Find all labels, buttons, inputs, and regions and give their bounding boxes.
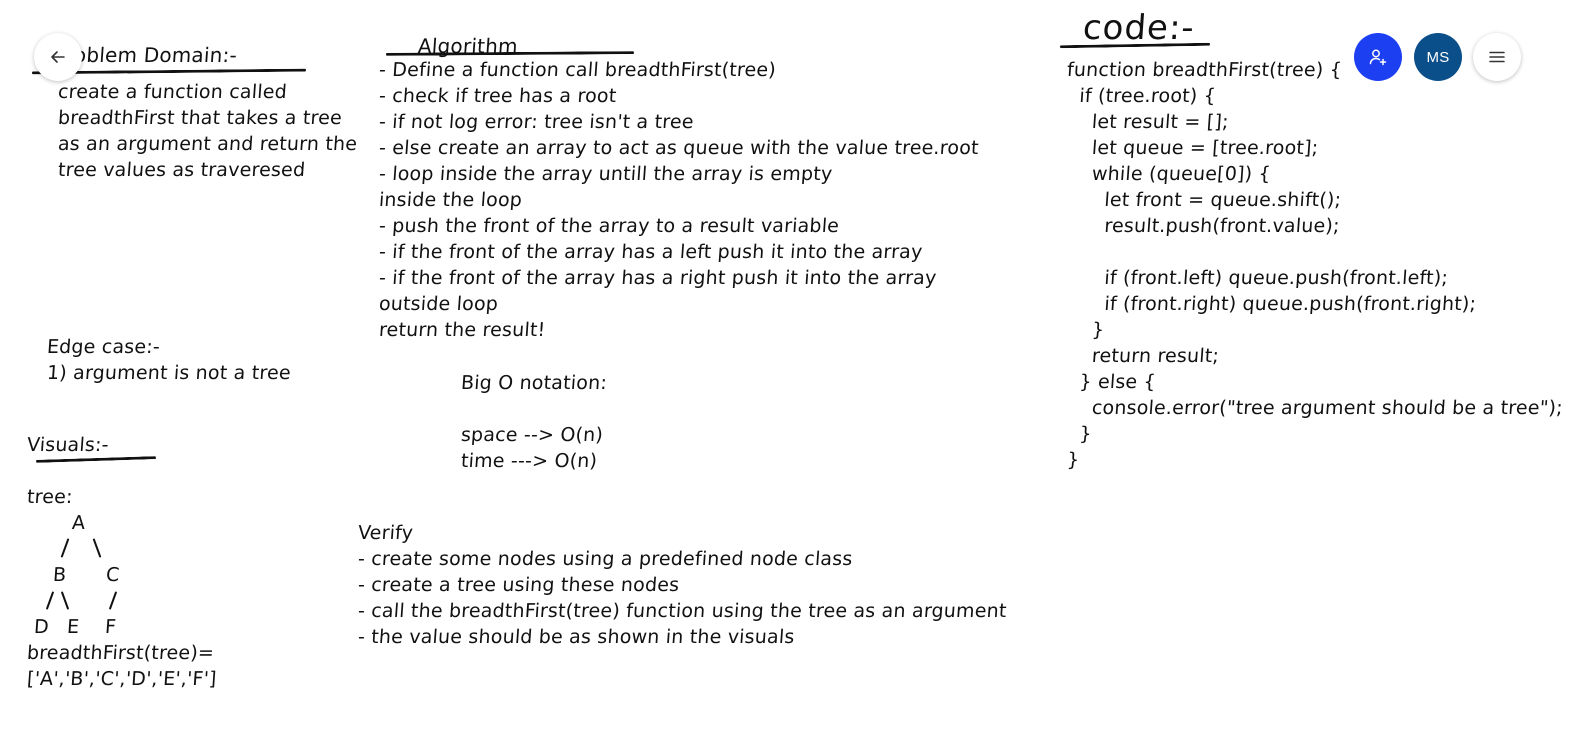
code-line-7: result.push(front.value);: [1066, 215, 1341, 237]
code-line-2: if (tree.root) {: [1066, 85, 1217, 107]
user-avatar[interactable]: MS: [1414, 33, 1462, 81]
big-o-heading: Big O notation:: [460, 372, 608, 394]
code-line-13: } else {: [1066, 371, 1157, 393]
problem-domain-line-1: create a function called: [57, 81, 288, 103]
code-line-1: function breadthFirst(tree) {: [1066, 59, 1343, 81]
tree-node-f: F: [104, 616, 117, 638]
tree-edge-c-f: [108, 591, 118, 610]
tree-node-a: A: [71, 512, 86, 534]
algorithm-line-9: - if the front of the array has a right …: [378, 267, 938, 289]
algorithm-line-10: outside loop: [378, 293, 499, 315]
tree-edge-a-b: [60, 538, 70, 558]
algorithm-line-7: - push the front of the array to a resul…: [378, 215, 840, 237]
code-line-11: }: [1066, 319, 1106, 341]
algorithm-line-1: - Define a function call breadthFirst(tr…: [378, 59, 777, 81]
problem-domain-line-3: as an argument and return the: [57, 133, 358, 155]
tree-node-c: C: [105, 564, 121, 586]
edge-case-line-1: 1) argument is not a tree: [46, 362, 292, 384]
problem-domain-heading: oblem Domain:-: [73, 43, 238, 67]
big-o-time: time ---> O(n): [460, 450, 598, 472]
share-button[interactable]: [1354, 33, 1402, 81]
visuals-heading: Visuals:-: [26, 434, 110, 456]
add-person-icon: [1369, 49, 1387, 66]
code-line-6: let front = queue.shift();: [1066, 189, 1342, 211]
back-button[interactable]: [34, 33, 82, 81]
code-line-9: if (front.left) queue.push(front.left);: [1066, 267, 1449, 289]
algorithm-line-4: - else create an array to act as queue w…: [378, 137, 980, 159]
whiteboard-canvas[interactable]: oblem Domain:- create a function called …: [0, 0, 1587, 750]
problem-domain-line-4: tree values as traveresed: [57, 159, 307, 181]
algorithm-line-2: - check if tree has a root: [378, 85, 618, 107]
algorithm-line-8: - if the front of the array has a left p…: [378, 241, 924, 263]
code-line-3: let result = [];: [1066, 111, 1230, 133]
code-line-4: let queue = [tree.root];: [1066, 137, 1320, 159]
code-line-15: }: [1066, 423, 1093, 445]
menu-button[interactable]: [1473, 33, 1521, 81]
hamburger-menu-icon: [1489, 51, 1505, 63]
tree-edge-b-d: [45, 591, 55, 610]
code-heading: code:-: [1081, 8, 1197, 48]
algorithm-line-6: inside the loop: [378, 189, 523, 211]
tree-edge-b-e: [60, 591, 70, 610]
algorithm-line-3: - if not log error: tree isn't a tree: [378, 111, 695, 133]
tree-node-b: B: [52, 564, 67, 586]
big-o-space: space --> O(n): [460, 424, 604, 446]
visuals-result-line-1: breadthFirst(tree)=: [26, 642, 215, 664]
visuals-result-line-2: ['A','B','C','D','E','F']: [26, 668, 218, 690]
code-line-10: if (front.right) queue.push(front.right)…: [1066, 293, 1477, 315]
tree-node-e: E: [66, 616, 80, 638]
tree-node-d: D: [33, 616, 50, 638]
verify-heading: Verify: [357, 522, 414, 544]
verify-line-2: - create a tree using these nodes: [357, 574, 681, 596]
verify-line-4: - the value should be as shown in the vi…: [357, 626, 796, 648]
avatar-initials: MS: [1426, 48, 1450, 66]
algorithm-line-11: return the result!: [378, 319, 547, 341]
problem-domain-line-2: breadthFirst that takes a tree: [57, 107, 343, 129]
code-line-14: console.error("tree argument should be a…: [1066, 397, 1564, 419]
verify-line-3: - call the breadthFirst(tree) function u…: [357, 600, 1008, 622]
tree-edge-a-c: [92, 538, 102, 558]
code-line-5: while (queue[0]) {: [1066, 163, 1272, 185]
code-line-16: }: [1066, 449, 1081, 471]
tree-label: tree:: [26, 486, 74, 508]
arrow-left-icon: [51, 51, 65, 63]
verify-line-1: - create some nodes using a predefined n…: [357, 548, 854, 570]
edge-case-heading: Edge case:-: [46, 336, 161, 358]
code-line-12: return result;: [1066, 345, 1220, 367]
algorithm-line-5: - loop inside the array untill the array…: [378, 163, 834, 185]
